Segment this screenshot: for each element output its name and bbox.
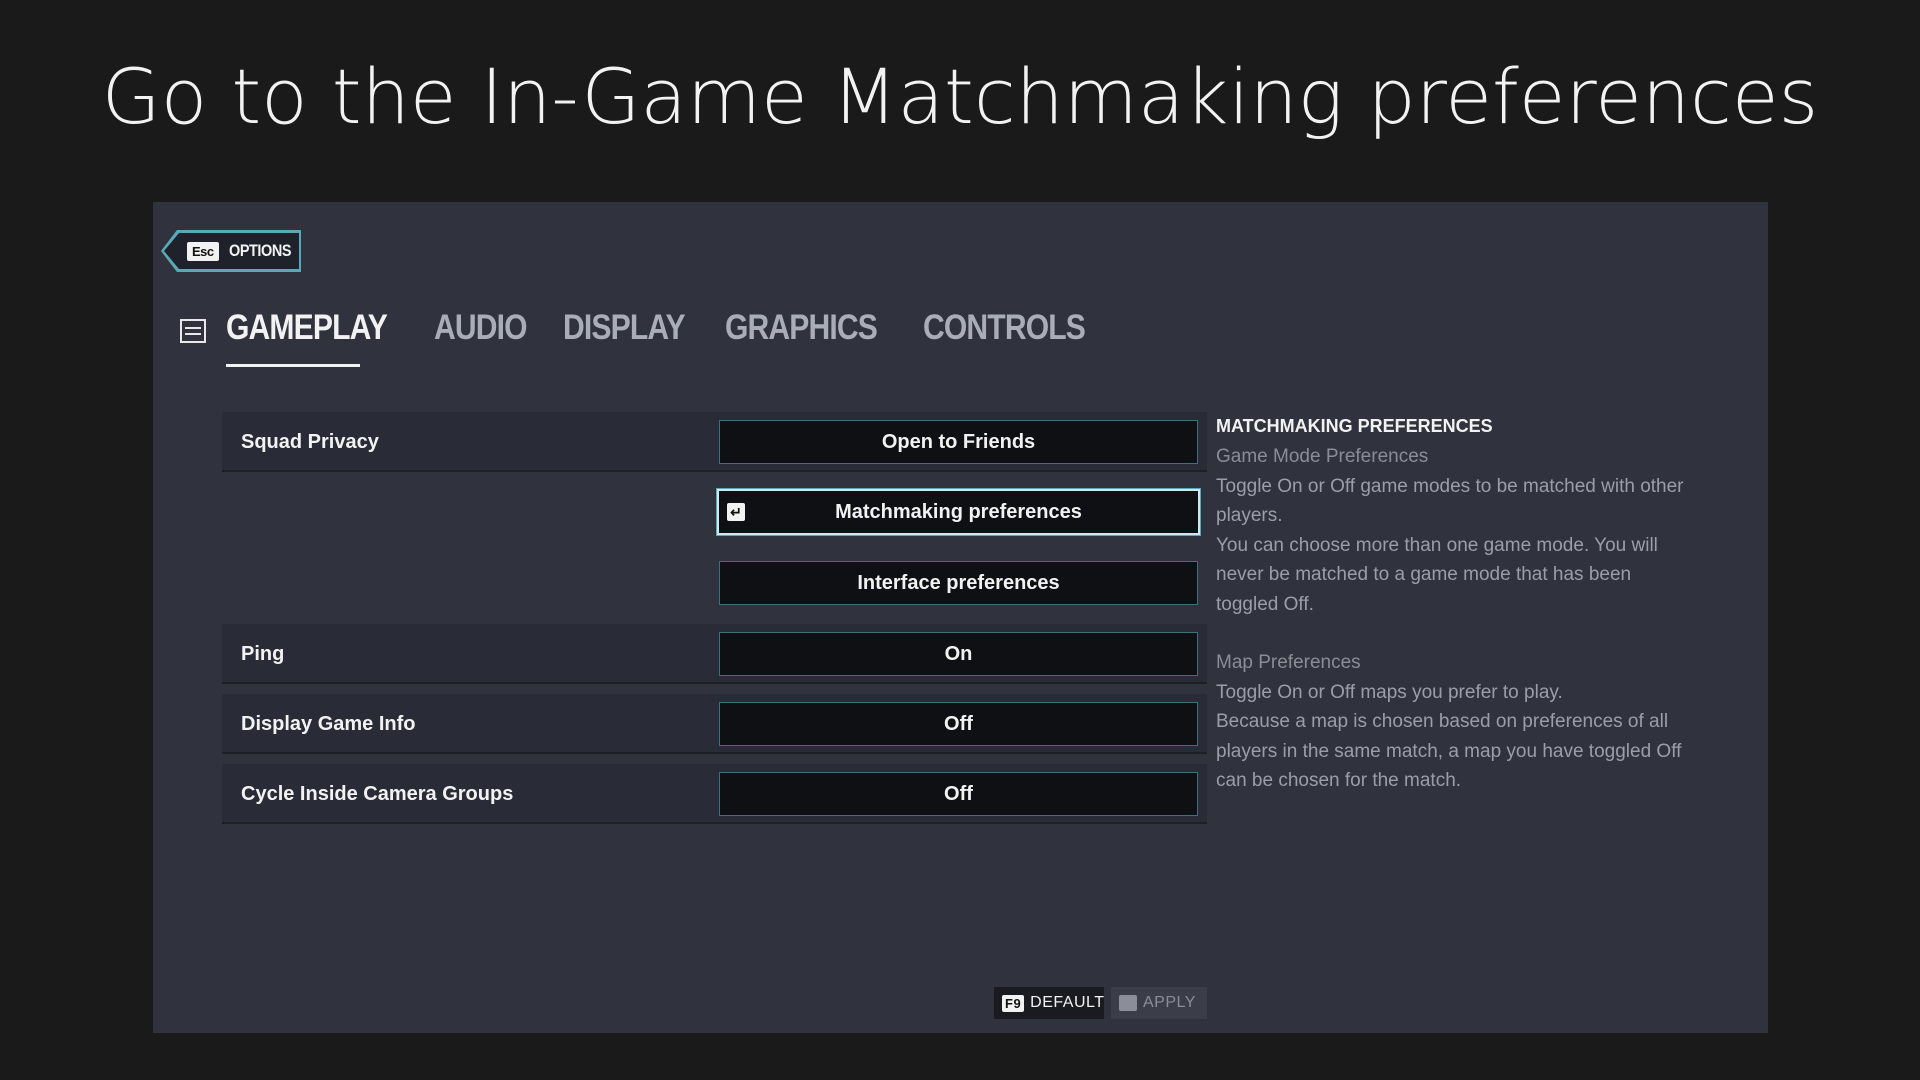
tab-controls[interactable]: CONTROLS bbox=[923, 308, 1086, 356]
matchmaking-preferences-button[interactable]: ↵ Matchmaking preferences bbox=[717, 489, 1200, 535]
description-section2-line2: Because a map is chosen based on prefere… bbox=[1216, 711, 1682, 791]
description-section1-line2: You can choose more than one game mode. … bbox=[1216, 534, 1658, 615]
squad-privacy-value[interactable]: Open to Friends bbox=[719, 420, 1198, 464]
cycle-camera-groups-value[interactable]: Off bbox=[719, 772, 1198, 816]
f9-key-icon: F9 bbox=[1002, 994, 1025, 1012]
default-label: DEFAULT bbox=[1030, 994, 1105, 1011]
default-button[interactable]: F9 DEFAULT bbox=[994, 987, 1104, 1019]
description-section2-line1: Toggle On or Off maps you prefer to play… bbox=[1216, 681, 1563, 703]
description-section1-title: Game Mode Preferences bbox=[1216, 446, 1429, 467]
apply-label: APPLY bbox=[1143, 994, 1196, 1011]
apply-button[interactable]: APPLY bbox=[1111, 987, 1207, 1019]
options-panel: Esc OPTIONS GAMEPLAY AUDIO DISPLAY GRAPH… bbox=[153, 202, 1768, 1033]
matchmaking-preferences-label: Matchmaking preferences bbox=[835, 500, 1082, 523]
active-tab-underline bbox=[226, 364, 360, 367]
interface-preferences-button[interactable]: Interface preferences bbox=[719, 561, 1198, 605]
back-label: OPTIONS bbox=[228, 241, 291, 260]
squad-privacy-label: Squad Privacy bbox=[241, 431, 379, 453]
esc-key-icon: Esc bbox=[187, 241, 219, 261]
tab-graphics[interactable]: GRAPHICS bbox=[725, 308, 878, 356]
tab-gameplay[interactable]: GAMEPLAY bbox=[226, 308, 388, 356]
tab-bar: GAMEPLAY AUDIO DISPLAY GRAPHICS CONTROLS bbox=[226, 308, 1112, 356]
description-gap bbox=[1216, 619, 1696, 648]
tab-display[interactable]: DISPLAY bbox=[563, 308, 686, 356]
description-panel: MATCHMAKING PREFERENCES Game Mode Prefer… bbox=[1216, 414, 1696, 796]
description-section1-line1: Toggle On or Off game modes to be matche… bbox=[1216, 475, 1684, 527]
menu-list-icon bbox=[180, 319, 206, 343]
display-game-info-label: Display Game Info bbox=[241, 713, 416, 735]
key-icon bbox=[1119, 995, 1137, 1011]
page-title: Go to the In-Game Matchmaking preference… bbox=[101, 52, 1819, 141]
back-options-button[interactable]: Esc OPTIONS bbox=[164, 233, 299, 269]
cycle-camera-groups-label: Cycle Inside Camera Groups bbox=[241, 783, 514, 805]
display-game-info-value[interactable]: Off bbox=[719, 702, 1198, 746]
ping-label: Ping bbox=[241, 643, 285, 665]
description-title: MATCHMAKING PREFERENCES bbox=[1216, 416, 1493, 436]
tab-audio[interactable]: AUDIO bbox=[434, 308, 528, 356]
enter-icon: ↵ bbox=[727, 503, 745, 521]
ping-value[interactable]: On bbox=[719, 632, 1198, 676]
description-section2-title: Map Preferences bbox=[1216, 652, 1361, 673]
